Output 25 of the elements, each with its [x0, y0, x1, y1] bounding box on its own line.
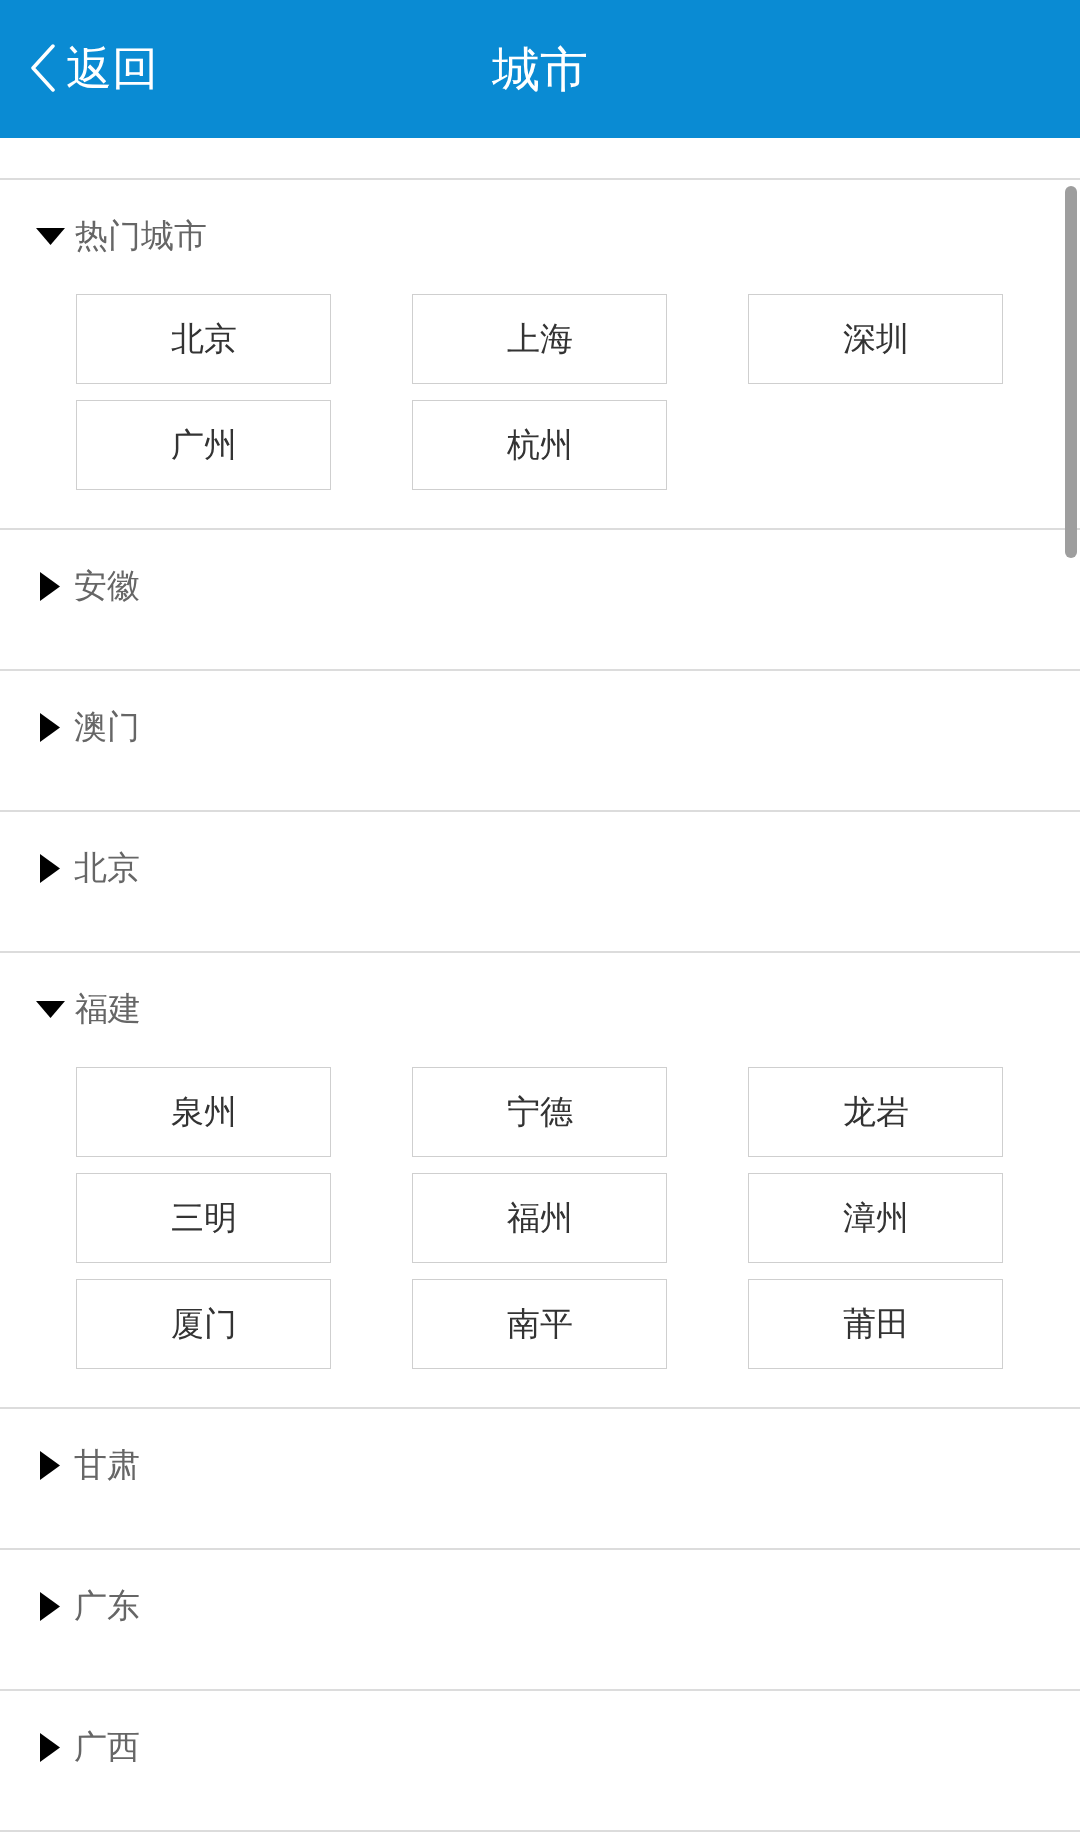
province-toggle[interactable]: 安徽	[36, 563, 140, 609]
city-button[interactable]: 莆田	[748, 1279, 1003, 1369]
city-button[interactable]: 宁德	[412, 1067, 667, 1157]
city-button[interactable]: 福州	[412, 1173, 667, 1263]
city-button[interactable]: 北京	[76, 294, 331, 384]
province-toggle[interactable]: 甘肃	[36, 1442, 140, 1488]
city-button[interactable]: 三明	[76, 1173, 331, 1263]
city-button[interactable]: 漳州	[748, 1173, 1003, 1263]
province-toggle[interactable]: 广西	[36, 1724, 140, 1770]
province-toggle[interactable]: 福建	[36, 986, 141, 1032]
city-button[interactable]: 龙岩	[748, 1067, 1003, 1157]
city-button[interactable]: 杭州	[412, 400, 667, 490]
city-button[interactable]: 深圳	[748, 294, 1003, 384]
city-button[interactable]: 泉州	[76, 1067, 331, 1157]
page-title: 城市	[492, 40, 588, 99]
back-chevron-icon	[30, 44, 56, 92]
city-button[interactable]: 南平	[412, 1279, 667, 1369]
back-button[interactable]: 返回	[30, 36, 158, 100]
city-button[interactable]: 广州	[76, 400, 331, 490]
province-toggle[interactable]: 广东	[36, 1583, 140, 1629]
city-button[interactable]: 厦门	[76, 1279, 331, 1369]
city-button[interactable]: 上海	[412, 294, 667, 384]
province-toggle[interactable]: 北京	[36, 845, 140, 891]
province-toggle[interactable]: 热门城市	[36, 213, 207, 259]
province-toggle[interactable]: 澳门	[36, 704, 140, 750]
